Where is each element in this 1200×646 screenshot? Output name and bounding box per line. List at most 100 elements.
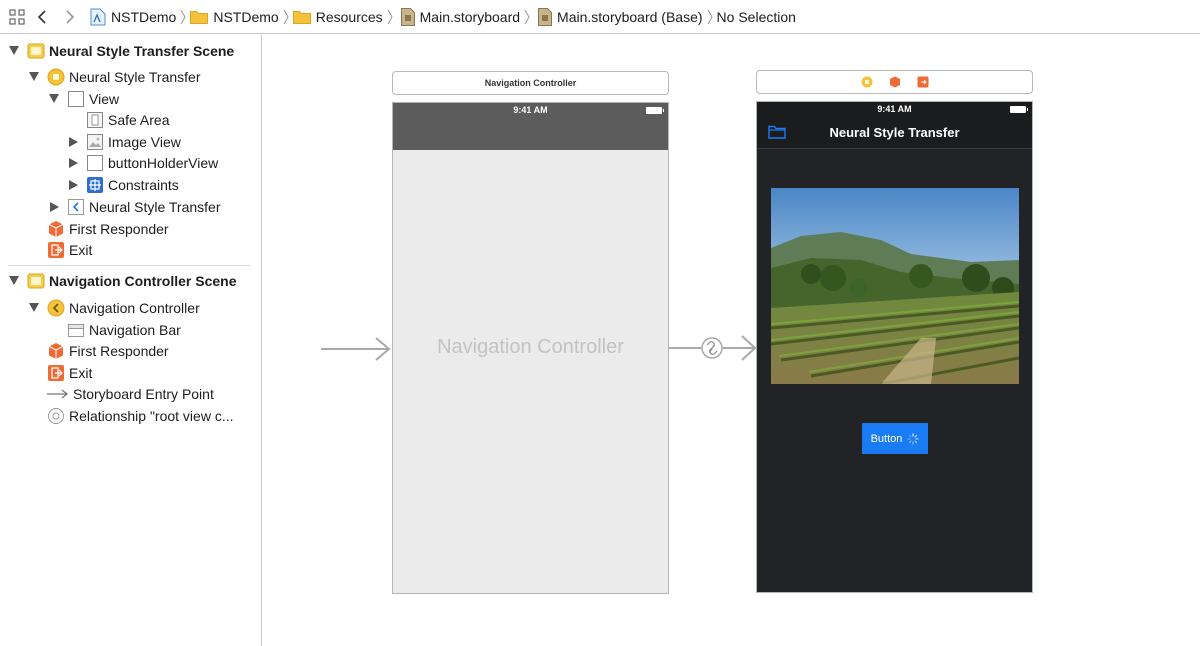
related-items-grid-icon[interactable]	[4, 0, 30, 34]
disclosure-closed-icon[interactable]	[67, 136, 79, 148]
scene-dock-navigation-controller[interactable]: Navigation Controller	[392, 71, 669, 95]
disclosure-open-icon[interactable]	[48, 93, 60, 105]
outline-item-first-responder[interactable]: First Responder	[28, 340, 169, 361]
outline-item-constraints[interactable]: Constraints	[67, 174, 179, 195]
navigation-controller-placeholder: Navigation Controller	[437, 336, 624, 358]
style-button[interactable]: Button	[862, 423, 928, 454]
breadcrumb-storyboard[interactable]: Main.storyboard	[400, 0, 521, 34]
breadcrumb-group-resources[interactable]: Resources	[292, 0, 383, 34]
landscape-vineyard-image	[771, 188, 1019, 384]
relationship-segue-icon	[47, 407, 65, 425]
breadcrumb-separator-icon	[383, 9, 397, 25]
disclosure-closed-icon[interactable]	[67, 179, 79, 191]
battery-icon	[1010, 106, 1028, 113]
view-controller-icon	[47, 68, 65, 86]
navigation-bar[interactable]: 9:41 AM	[393, 103, 668, 150]
entry-arrow-icon	[47, 385, 69, 403]
outline-label: View	[89, 90, 120, 107]
outline-item-safe-area[interactable]: Safe Area	[67, 109, 170, 130]
breadcrumb-label: Main.storyboard (Base)	[557, 8, 703, 25]
outline-item-view[interactable]: View	[48, 88, 119, 109]
outline-scene-neural-style-transfer[interactable]: Neural Style Transfer Scene	[8, 40, 234, 61]
breadcrumb-label: Main.storyboard	[419, 8, 521, 25]
folder-icon	[190, 9, 209, 24]
outline-label: First Responder	[69, 342, 169, 359]
outline-label: Neural Style Transfer	[89, 198, 221, 215]
outline-item-image-view[interactable]: Image View	[67, 131, 181, 152]
outline-item-first-responder[interactable]: First Responder	[28, 218, 169, 239]
navigation-item-icon	[67, 198, 85, 216]
disclosure-closed-icon[interactable]	[67, 157, 79, 169]
disclosure-open-icon[interactable]	[28, 71, 40, 83]
first-responder-cube-icon	[47, 220, 65, 238]
project-icon	[90, 8, 106, 26]
outline-label: Storyboard Entry Point	[73, 385, 214, 402]
outline-item-storyboard-entry-point[interactable]: Storyboard Entry Point	[28, 383, 214, 404]
breadcrumb-no-selection[interactable]: No Selection	[717, 0, 796, 34]
first-responder-cube-icon	[47, 342, 65, 360]
outline-item-navigation-controller[interactable]: Navigation Controller	[28, 297, 200, 318]
exit-icon	[47, 364, 65, 382]
outline-item-exit[interactable]: Exit	[28, 362, 92, 383]
storyboard-icon	[400, 7, 415, 26]
storyboard-entry-arrow-icon[interactable]	[321, 337, 391, 361]
breadcrumb-separator-icon	[703, 9, 717, 25]
image-view-icon	[86, 133, 104, 151]
dock-exit-icon[interactable]	[917, 76, 929, 88]
scene-divider	[8, 265, 250, 266]
scene-icon	[27, 272, 45, 290]
outline-item-exit[interactable]: Exit	[28, 239, 92, 260]
scene-dock-neural-style-transfer[interactable]	[756, 70, 1033, 94]
dock-view-controller-icon[interactable]	[861, 76, 873, 88]
disclosure-closed-icon[interactable]	[48, 201, 60, 213]
storyboard-icon	[538, 7, 553, 26]
back-chevron-icon[interactable]	[30, 0, 56, 34]
outline-label: Exit	[69, 241, 93, 258]
outline-label: Relationship "root view c...	[69, 407, 234, 424]
outline-label: Navigation Bar	[89, 321, 181, 338]
exit-icon	[47, 241, 65, 259]
neural-style-transfer-frame[interactable]: 9:41 AM Neural Style Transfer Button	[756, 101, 1033, 593]
activity-spinner-icon	[907, 432, 920, 445]
disclosure-open-icon[interactable]	[8, 275, 20, 287]
scene-dock-label: Navigation Controller	[484, 78, 577, 88]
relationship-segue-arrow[interactable]	[669, 333, 757, 363]
safe-area-icon	[86, 111, 104, 129]
outline-item-navigation-bar[interactable]: Navigation Bar	[48, 319, 181, 340]
outline-item-button-holder-view[interactable]: buttonHolderView	[67, 152, 218, 173]
outline-item-relationship[interactable]: Relationship "root view c...	[28, 405, 234, 426]
breadcrumb-group-nstdemo[interactable]: NSTDemo	[190, 0, 279, 34]
outline-label: Navigation Controller Scene	[49, 272, 237, 289]
breadcrumb-separator-icon	[279, 9, 293, 25]
disclosure-open-icon[interactable]	[28, 302, 40, 314]
storyboard-canvas[interactable]: Navigation Controller 9:41 AM Navigation…	[263, 35, 1200, 646]
navigation-controller-icon	[47, 299, 65, 317]
view-icon	[67, 90, 85, 108]
outline-label: Safe Area	[108, 111, 170, 128]
status-bar-time: 9:41 AM	[513, 105, 548, 115]
breadcrumb-separator-icon	[176, 9, 190, 25]
breadcrumb-label: Resources	[315, 8, 383, 25]
dock-first-responder-icon[interactable]	[889, 76, 901, 88]
button-label: Button	[870, 432, 903, 445]
constraints-icon	[86, 176, 104, 194]
jump-bar: NSTDemo NSTDemo Resources Main.storyboar…	[0, 0, 1200, 34]
outline-label: Navigation Controller	[69, 299, 200, 316]
breadcrumb-storyboard-base[interactable]: Main.storyboard (Base)	[538, 0, 703, 34]
navigation-bar[interactable]: 9:41 AM Neural Style Transfer	[757, 102, 1032, 149]
outline-label: buttonHolderView	[108, 154, 219, 171]
outline-item-view-controller[interactable]: Neural Style Transfer	[28, 66, 201, 87]
navigation-controller-frame[interactable]: 9:41 AM Navigation Controller	[392, 102, 669, 594]
breadcrumb-label: NSTDemo	[111, 8, 177, 25]
outline-label: Neural Style Transfer Scene	[49, 42, 235, 59]
disclosure-open-icon[interactable]	[8, 45, 20, 57]
outline-label: Exit	[69, 364, 93, 381]
outline-label: Image View	[108, 133, 181, 150]
status-bar-time: 9:41 AM	[877, 104, 912, 114]
breadcrumb-label: NSTDemo	[213, 8, 279, 25]
forward-chevron-icon[interactable]	[56, 0, 82, 34]
outline-item-navigation-item[interactable]: Neural Style Transfer	[48, 196, 221, 217]
breadcrumb-project[interactable]: NSTDemo	[90, 0, 176, 34]
outline-scene-navigation-controller[interactable]: Navigation Controller Scene	[8, 270, 236, 291]
breadcrumb-separator-icon	[520, 9, 534, 25]
